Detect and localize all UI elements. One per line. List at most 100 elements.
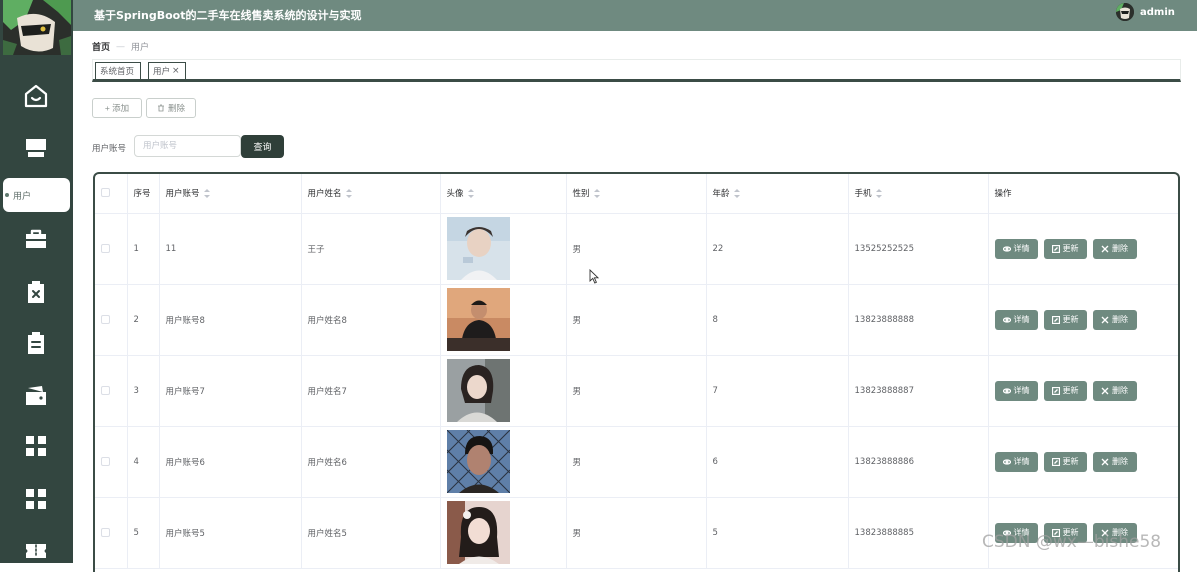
row-gender: 男 xyxy=(566,355,707,427)
row-actions: 详情 更新 删除 xyxy=(988,213,1178,285)
row-actions: 详情 更新 删除 xyxy=(988,355,1178,427)
delete-label: 删除 xyxy=(1112,315,1128,324)
detail-button[interactable]: 详情 xyxy=(994,380,1038,401)
row-delete-button[interactable]: 删除 xyxy=(1092,309,1137,330)
detail-label: 详情 xyxy=(1013,244,1030,253)
user-photo xyxy=(446,359,510,422)
row-delete-button[interactable]: 删除 xyxy=(1092,380,1137,401)
top-header: 基于SpringBoot的二手车在线售卖系统的设计与实现 admin xyxy=(73,0,1197,31)
row-phone: 13823888888 xyxy=(848,284,989,356)
delete-button-label: 删除 xyxy=(167,103,185,113)
row-name: 用户姓名6 xyxy=(301,426,441,498)
row-phone: 13823888885 xyxy=(848,497,989,569)
update-label: 更新 xyxy=(1062,244,1079,253)
clipboard-x-icon[interactable] xyxy=(18,274,54,310)
row-account: 用户账号6 xyxy=(159,426,302,498)
sort-icon[interactable] xyxy=(875,189,882,199)
close-icon[interactable]: × xyxy=(172,66,180,76)
row-checkbox[interactable] xyxy=(101,243,110,253)
select-all-checkbox[interactable] xyxy=(101,188,110,198)
eye-icon xyxy=(1002,387,1011,394)
row-checkbox[interactable] xyxy=(101,456,110,466)
wallet-icon[interactable] xyxy=(18,378,54,414)
clipboard-icon[interactable] xyxy=(18,325,54,361)
row-age: 5 xyxy=(706,497,849,569)
search-label: 用户账号 xyxy=(92,144,127,154)
column-header-actions: 操作 xyxy=(988,174,1178,214)
search-button[interactable]: 查询 xyxy=(241,135,284,158)
row-index: 1 xyxy=(127,213,160,285)
detail-button[interactable]: 详情 xyxy=(994,451,1038,472)
row-phone: 13823888886 xyxy=(848,426,989,498)
eye-icon xyxy=(1002,245,1011,252)
row-actions: 详情 更新 删除 xyxy=(988,284,1178,356)
row-delete-button[interactable]: 删除 xyxy=(1092,451,1137,472)
column-header-name[interactable]: 用户姓名 xyxy=(301,174,441,214)
grid-icon[interactable] xyxy=(18,428,54,464)
close-icon xyxy=(1101,316,1109,323)
briefcase-icon[interactable] xyxy=(18,221,54,257)
delete-label: 删除 xyxy=(1112,386,1128,395)
grid-icon[interactable] xyxy=(18,481,54,517)
column-header-gender[interactable]: 性别 xyxy=(566,174,707,214)
watermark: CSDN @wx—bishe58 xyxy=(982,532,1162,552)
row-checkbox[interactable] xyxy=(101,385,110,395)
row-select-cell[interactable] xyxy=(95,284,128,356)
update-button[interactable]: 更新 xyxy=(1043,238,1087,259)
row-checkbox[interactable] xyxy=(101,527,110,537)
row-select-cell[interactable] xyxy=(95,426,128,498)
row-checkbox[interactable] xyxy=(101,314,110,324)
tab-system-home[interactable]: 系统首页 xyxy=(95,62,141,80)
column-label: 年龄 xyxy=(712,189,730,200)
row-delete-button[interactable]: 删除 xyxy=(1092,238,1137,259)
trash-icon xyxy=(157,104,164,112)
select-all-cell[interactable] xyxy=(95,174,128,214)
row-select-cell[interactable] xyxy=(95,213,128,285)
update-button[interactable]: 更新 xyxy=(1043,451,1087,472)
eye-icon xyxy=(1002,458,1011,465)
column-header-age[interactable]: 年龄 xyxy=(706,174,849,214)
row-age: 8 xyxy=(706,284,849,356)
row-select-cell[interactable] xyxy=(95,497,128,569)
breadcrumb-home[interactable]: 首页 xyxy=(92,40,110,53)
delete-label: 删除 xyxy=(1112,457,1128,466)
add-button[interactable]: + 添加 xyxy=(92,98,142,118)
column-header-account[interactable]: 用户账号 xyxy=(159,174,302,214)
column-label: 用户姓名 xyxy=(307,189,342,200)
search-input[interactable] xyxy=(134,135,241,157)
detail-label: 详情 xyxy=(1013,386,1030,395)
row-name: 用户姓名7 xyxy=(301,355,441,427)
row-name: 王子 xyxy=(301,213,441,285)
row-age: 6 xyxy=(706,426,849,498)
username[interactable]: admin xyxy=(1140,7,1175,18)
home-icon[interactable] xyxy=(18,78,54,114)
sort-icon[interactable] xyxy=(593,189,600,199)
update-button[interactable]: 更新 xyxy=(1043,309,1087,330)
update-button[interactable]: 更新 xyxy=(1043,380,1087,401)
row-actions: 详情 更新 删除 xyxy=(988,426,1178,498)
user-avatar[interactable] xyxy=(1116,3,1134,21)
sort-icon[interactable] xyxy=(733,189,740,199)
detail-button[interactable]: 详情 xyxy=(994,309,1038,330)
row-gender: 男 xyxy=(566,284,707,356)
sort-icon[interactable] xyxy=(467,189,474,199)
tab-user[interactable]: 用户 × xyxy=(148,62,186,80)
column-header-phone[interactable]: 手机 xyxy=(848,174,989,214)
delete-button[interactable]: 删除 xyxy=(146,98,196,118)
column-header-avatar[interactable]: 头像 xyxy=(440,174,567,214)
sort-icon[interactable] xyxy=(345,189,352,199)
user-photo xyxy=(446,288,510,351)
row-avatar-cell xyxy=(440,355,567,427)
table-row: 1 11 王子 男 22 13525252525 详情 更新 删除 xyxy=(95,213,1178,285)
sidebar-item-user[interactable]: 用户 xyxy=(3,178,70,212)
detail-button[interactable]: 详情 xyxy=(994,238,1038,259)
search-button-label: 查询 xyxy=(253,143,272,153)
tab-label: 系统首页 xyxy=(100,67,135,77)
sort-icon[interactable] xyxy=(203,189,210,199)
tabs-bar: 系统首页 用户 × xyxy=(92,59,1181,82)
ticket-icon[interactable] xyxy=(18,533,54,563)
row-select-cell[interactable] xyxy=(95,355,128,427)
table-row: 2 用户账号8 用户姓名8 男 8 13823888888 详情 更新 删除 xyxy=(95,284,1178,356)
detail-label: 详情 xyxy=(1013,457,1030,466)
store-icon[interactable] xyxy=(18,130,54,166)
